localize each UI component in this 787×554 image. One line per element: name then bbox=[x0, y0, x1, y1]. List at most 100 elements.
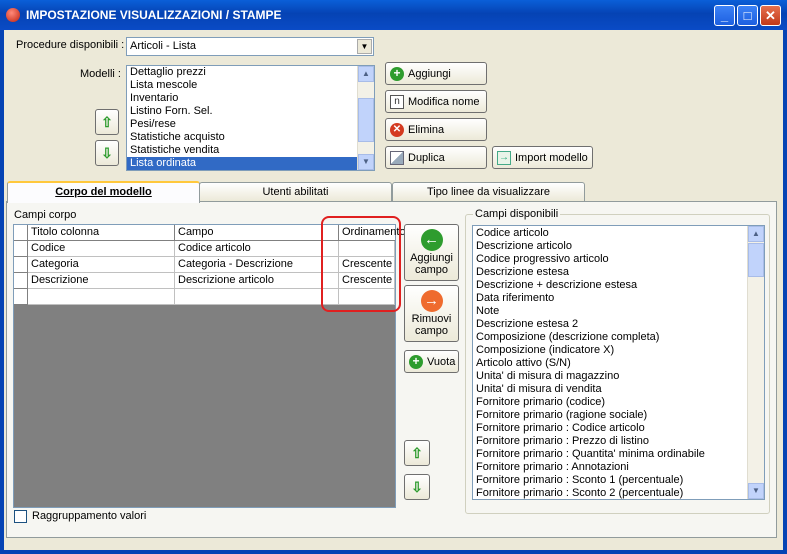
list-item[interactable]: Pesi/rese bbox=[127, 118, 358, 131]
app-icon bbox=[6, 8, 20, 22]
campi-disponibili-list[interactable]: Codice articolo Descrizione articolo Codic… bbox=[472, 225, 765, 500]
modelli-scrollbar[interactable]: ▲ ▼ bbox=[357, 66, 374, 170]
list-item[interactable]: Unita' di misura di vendita bbox=[473, 383, 764, 396]
table-cell[interactable]: Codice articolo bbox=[175, 241, 339, 257]
scroll-up-icon[interactable]: ▲ bbox=[358, 66, 374, 82]
modelli-items: Dettaglio prezzi Lista mescole Inventario L… bbox=[127, 66, 374, 170]
duplica-button[interactable]: Duplica bbox=[385, 146, 487, 169]
arrow-right-icon: → bbox=[420, 290, 443, 312]
tab-tipo-linee[interactable]: Tipo linee da visualizzare bbox=[392, 182, 585, 201]
list-item[interactable]: Fornitore primario : Codice articolo bbox=[473, 422, 764, 435]
list-item[interactable]: Dettaglio prezzi bbox=[127, 66, 358, 79]
row-indicator[interactable] bbox=[14, 257, 28, 273]
import-label: Import modello bbox=[515, 151, 588, 164]
aggiungi-campo-button[interactable]: ← Aggiungi campo bbox=[404, 224, 459, 281]
scroll-up-icon[interactable]: ▲ bbox=[748, 226, 764, 242]
list-item[interactable]: Composizione (indicatore X) bbox=[473, 344, 764, 357]
raggruppamento-checkbox[interactable] bbox=[14, 510, 27, 523]
list-item[interactable]: Fornitore primario : Sconto 1 (percentua… bbox=[473, 474, 764, 487]
list-item[interactable]: Articolo attivo (S/N) bbox=[473, 357, 764, 370]
list-item[interactable]: Fornitore primario : Quantita' minima or… bbox=[473, 448, 764, 461]
maximize-button[interactable]: □ bbox=[737, 5, 758, 26]
procedure-label: Procedure disponibili : bbox=[16, 39, 125, 51]
list-item[interactable]: Descrizione articolo bbox=[473, 240, 764, 253]
table-cell[interactable]: Descrizione articolo bbox=[175, 273, 339, 289]
rimuovi-campo-label: Rimuovi bbox=[411, 313, 452, 325]
model-up-button[interactable]: ⇧ bbox=[95, 109, 119, 135]
modelli-list[interactable]: Dettaglio prezzi Lista mescole Inventario L… bbox=[126, 65, 375, 171]
table-cell[interactable]: Descrizione bbox=[28, 273, 175, 289]
minimize-button[interactable]: _ bbox=[714, 5, 735, 26]
field-down-button[interactable]: ⇩ bbox=[404, 474, 430, 500]
list-item[interactable]: Codice progressivo articolo bbox=[473, 253, 764, 266]
list-item[interactable]: Descrizione + descrizione estesa bbox=[473, 279, 764, 292]
row-indicator[interactable] bbox=[14, 289, 28, 305]
tab-corpo-del-modello[interactable]: Corpo del modello bbox=[7, 181, 200, 203]
procedure-select[interactable]: Articoli - Lista ▼ bbox=[126, 37, 374, 56]
list-item[interactable]: Fornitore primario : Annotazioni bbox=[473, 461, 764, 474]
aggiungi-button[interactable]: + Aggiungi bbox=[385, 62, 487, 85]
table-cell[interactable]: Categoria - Descrizione bbox=[175, 257, 339, 273]
modifica-label: Modifica nome bbox=[408, 95, 480, 108]
list-item[interactable]: Fornitore primario (ragione sociale) bbox=[473, 409, 764, 422]
vuota-label: Vuota bbox=[427, 355, 456, 368]
list-item[interactable]: Lista ordinata bbox=[127, 157, 358, 170]
list-item[interactable]: Listino Forn. Sel. bbox=[127, 105, 358, 118]
aggiungi-label: Aggiungi bbox=[408, 67, 451, 80]
scroll-down-icon[interactable]: ▼ bbox=[358, 154, 374, 170]
row-indicator[interactable] bbox=[14, 241, 28, 257]
campi-corpo-label: Campi corpo bbox=[14, 209, 77, 221]
title-bar: IMPOSTAZIONE VISUALIZZAZIONI / STAMPE _ … bbox=[0, 0, 787, 30]
tab-utenti-abilitati[interactable]: Utenti abilitati bbox=[199, 182, 392, 201]
import-icon: → bbox=[497, 150, 511, 165]
scroll-thumb[interactable] bbox=[748, 243, 764, 277]
elimina-label: Elimina bbox=[408, 123, 445, 136]
scroll-down-icon[interactable]: ▼ bbox=[748, 483, 764, 499]
raggruppamento-label: Raggruppamento valori bbox=[32, 510, 147, 522]
row-indicator[interactable] bbox=[14, 273, 28, 289]
list-item[interactable]: Fornitore primario : Prezzo di listino bbox=[473, 435, 764, 448]
highlight-ordinamento bbox=[321, 216, 401, 312]
list-item[interactable]: Fornitore primario : Sconto 2 (percentua… bbox=[473, 487, 764, 499]
list-item[interactable]: Statistiche acquisto bbox=[127, 131, 358, 144]
column-header-titolo[interactable]: Titolo colonna bbox=[28, 225, 175, 241]
field-up-button[interactable]: ⇧ bbox=[404, 440, 430, 466]
list-item[interactable]: Codice articolo bbox=[473, 227, 764, 240]
duplica-label: Duplica bbox=[408, 151, 445, 164]
delete-icon: ✕ bbox=[390, 122, 404, 137]
close-button[interactable]: ✕ bbox=[760, 5, 781, 26]
list-item[interactable]: Note bbox=[473, 305, 764, 318]
list-item[interactable]: Inventario bbox=[127, 92, 358, 105]
list-item[interactable]: Composizione (descrizione completa) bbox=[473, 331, 764, 344]
campi-scrollbar[interactable]: ▲ ▼ bbox=[747, 226, 764, 499]
scroll-thumb[interactable] bbox=[358, 98, 374, 142]
campi-disponibili-items: Codice articolo Descrizione articolo Codic… bbox=[473, 226, 764, 499]
rimuovi-campo-label-2: campo bbox=[414, 325, 449, 337]
window-title: IMPOSTAZIONE VISUALIZZAZIONI / STAMPE bbox=[26, 8, 282, 22]
model-down-button[interactable]: ⇩ bbox=[95, 140, 119, 166]
table-cell-empty[interactable] bbox=[28, 289, 175, 305]
table-cell-empty[interactable] bbox=[175, 289, 339, 305]
column-header-campo[interactable]: Campo bbox=[175, 225, 339, 241]
rename-icon: n bbox=[390, 94, 404, 109]
chevron-down-icon[interactable]: ▼ bbox=[357, 39, 372, 54]
aggiungi-campo-label-2: campo bbox=[414, 264, 449, 276]
list-item[interactable]: Fornitore primario (codice) bbox=[473, 396, 764, 409]
procedure-value: Articoli - Lista bbox=[130, 40, 197, 52]
arrow-left-icon: ← bbox=[420, 229, 443, 251]
vuota-button[interactable]: + Vuota bbox=[404, 350, 459, 373]
rimuovi-campo-button[interactable]: → Rimuovi campo bbox=[404, 285, 459, 342]
list-item[interactable]: Descrizione estesa bbox=[473, 266, 764, 279]
modifica-nome-button[interactable]: n Modifica nome bbox=[385, 90, 487, 113]
list-item[interactable]: Data riferimento bbox=[473, 292, 764, 305]
elimina-button[interactable]: ✕ Elimina bbox=[385, 118, 487, 141]
list-item[interactable]: Lista mescole bbox=[127, 79, 358, 92]
list-item[interactable]: Statistiche vendita bbox=[127, 144, 358, 157]
import-modello-button[interactable]: → Import modello bbox=[492, 146, 593, 169]
table-cell[interactable]: Categoria bbox=[28, 257, 175, 273]
aggiungi-campo-label: Aggiungi bbox=[410, 252, 453, 264]
plus-icon: + bbox=[409, 354, 423, 369]
list-item[interactable]: Unita' di misura di magazzino bbox=[473, 370, 764, 383]
list-item[interactable]: Descrizione estesa 2 bbox=[473, 318, 764, 331]
table-cell[interactable]: Codice bbox=[28, 241, 175, 257]
